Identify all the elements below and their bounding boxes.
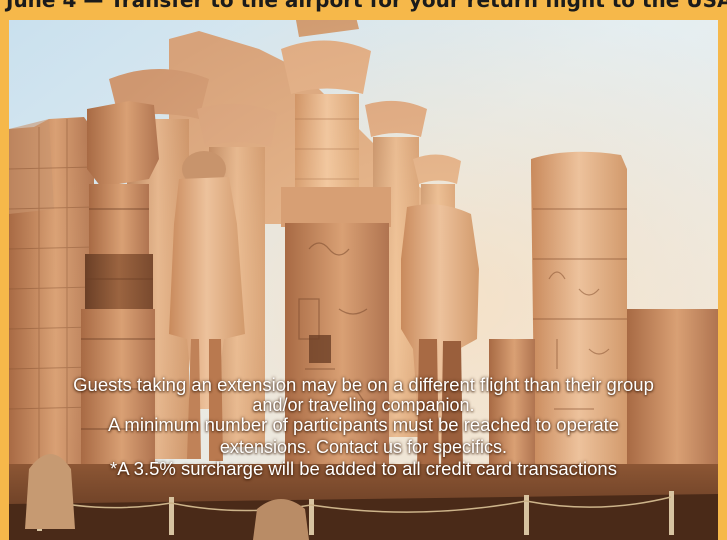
note-flight-line-2: and/or traveling companion. (252, 395, 475, 415)
itinerary-banner: June 4 — Transfer to the airport for you… (0, 0, 727, 20)
note-surcharge: *A 3.5% surcharge will be added to all c… (110, 458, 617, 479)
note-minimum-line-2: extensions. Contact us for specifics. (219, 437, 508, 457)
brochure-page: June 4 — Transfer to the airport for you… (0, 0, 727, 540)
note-minimum-line-1: A minimum number of participants must be… (107, 414, 620, 435)
travel-notes: Guests taking an extension may be on a d… (9, 375, 718, 479)
itinerary-banner-text: June 4 — Transfer to the airport for you… (6, 0, 727, 12)
note-flight-line-1: Guests taking an extension may be on a d… (73, 374, 654, 395)
